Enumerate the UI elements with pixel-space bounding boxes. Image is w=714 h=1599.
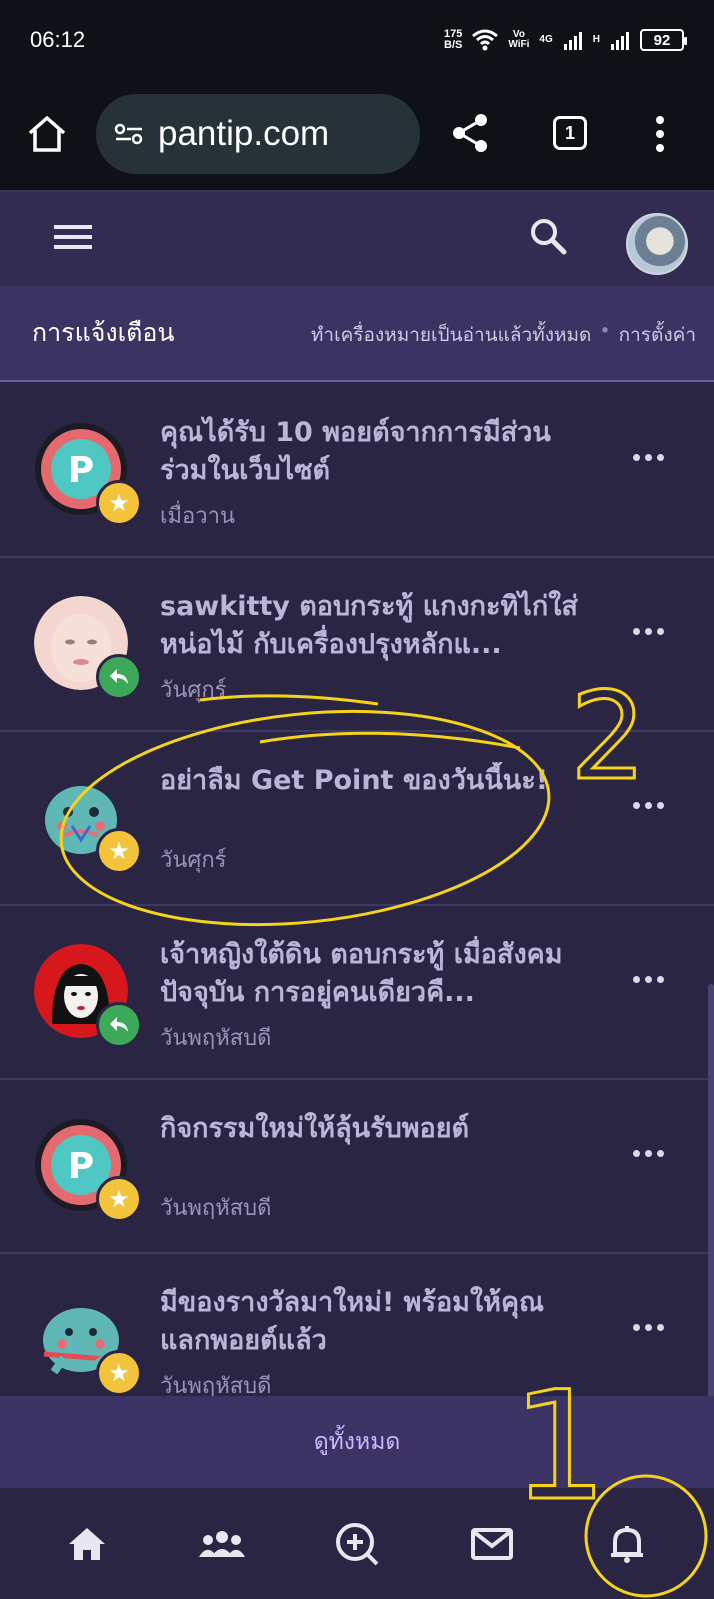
battery-level: 92 <box>653 31 671 49</box>
star-badge-icon: ★ <box>96 1350 142 1396</box>
notification-item[interactable]: ★ อย่าลืม Get Point ของวันนี้นะ! วันศุกร… <box>0 732 714 906</box>
url-text[interactable]: pantip.com <box>158 114 329 154</box>
battery-icon: 92 <box>640 29 687 51</box>
more-options-button[interactable] <box>633 1324 664 1331</box>
mail-icon <box>470 1527 513 1560</box>
share-button[interactable] <box>450 112 490 154</box>
nav-home[interactable] <box>47 1504 127 1584</box>
net-speed-unit: B/S <box>444 39 463 51</box>
search-button[interactable] <box>528 216 568 260</box>
notification-time: เมื่อวาน <box>160 504 235 529</box>
notifications-actions: ทำเครื่องหมายเป็นอ่านแล้วทั้งหมด • การตั… <box>311 320 696 350</box>
browser-menu-button[interactable] <box>654 114 666 154</box>
nav-notifications[interactable] <box>587 1504 667 1584</box>
more-options-button[interactable] <box>633 976 664 983</box>
view-all-label: ดูทั้งหมด <box>313 1429 401 1455</box>
reply-badge-icon <box>96 654 142 700</box>
notification-time: วันพฤหัสบดี <box>160 1196 272 1221</box>
notification-time: วันศุกร์ <box>160 678 227 703</box>
vowifi-bottom: WiFi <box>508 39 530 50</box>
notification-time: วันศุกร์ <box>160 848 227 873</box>
new-topic-icon <box>335 1522 379 1565</box>
reply-arrow-icon <box>110 1017 128 1032</box>
user-avatar[interactable] <box>626 213 688 275</box>
community-icon <box>199 1530 246 1557</box>
mark-all-read-link[interactable]: ทำเครื่องหมายเป็นอ่านแล้วทั้งหมด <box>311 320 592 350</box>
list-scrollbar[interactable] <box>708 984 714 1396</box>
svg-text:P: P <box>68 450 94 491</box>
share-icon <box>453 114 487 152</box>
hamburger-menu-button[interactable] <box>54 222 92 256</box>
wifi-icon <box>472 29 499 51</box>
signal-icon <box>563 32 582 50</box>
star-badge-icon: ★ <box>96 1176 142 1222</box>
search-icon <box>531 219 567 255</box>
notification-list: P ★ คุณได้รับ 10 พอยต์จากการมีส่วนร่วมใน… <box>0 384 714 1396</box>
network-h-label: H <box>592 34 600 45</box>
status-time: 06:12 <box>30 27 86 52</box>
status-icons: 175 B/S Vo WiFi 4G H 92 <box>444 29 687 51</box>
reply-arrow-icon <box>110 669 128 684</box>
notification-title: กิจกรรมใหม่ให้ลุ้นรับพอยต์ <box>160 1113 470 1144</box>
notification-item[interactable]: เจ้าหญิงใต้ดิน ตอบกระทู้ เมื่อสังคมปัจจุ… <box>0 906 714 1080</box>
notification-title: เจ้าหญิงใต้ดิน ตอบกระทู้ เมื่อสังคมปัจจุ… <box>160 939 563 1008</box>
nav-new-topic[interactable] <box>317 1504 397 1584</box>
bottom-nav <box>0 1488 714 1599</box>
signal-icon-2 <box>611 32 629 50</box>
home-icon <box>69 1527 106 1560</box>
tab-switcher-button[interactable]: 1 <box>553 116 587 150</box>
more-options-button[interactable] <box>633 454 664 461</box>
notification-item[interactable]: P ★ คุณได้รับ 10 พอยต์จากการมีส่วนร่วมใน… <box>0 384 714 558</box>
more-vert-icon <box>656 116 664 152</box>
browser-home-button[interactable] <box>26 114 68 154</box>
browser-toolbar: pantip.com 1 <box>0 80 714 190</box>
notification-title: อย่าลืม Get Point ของวันนี้นะ! <box>160 765 549 796</box>
reply-badge-icon <box>96 1002 142 1048</box>
more-options-button[interactable] <box>633 802 664 809</box>
tab-count: 1 <box>553 116 587 150</box>
notification-title: คุณได้รับ 10 พอยต์จากการมีส่วนร่วมในเว็บ… <box>160 417 551 486</box>
menu-icon <box>54 225 92 249</box>
notifications-header: การแจ้งเตือน ทำเครื่องหมายเป็นอ่านแล้วทั… <box>0 286 714 382</box>
svg-text:P: P <box>68 1146 94 1187</box>
bell-icon <box>610 1525 643 1563</box>
notifications-title: การแจ้งเตือน <box>32 318 175 347</box>
nav-messages[interactable] <box>452 1504 532 1584</box>
more-options-button[interactable] <box>633 628 664 635</box>
notification-item[interactable]: sawkitty ตอบกระทู้ แกงกะทิไก่ใส่หน่อไม้ … <box>0 558 714 732</box>
notification-time: วันพฤหัสบดี <box>160 1026 272 1051</box>
star-badge-icon: ★ <box>96 828 142 874</box>
notification-time: วันพฤหัสบดี <box>160 1374 272 1396</box>
status-bar: 06:12 175 B/S Vo WiFi 4G H 92 <box>0 0 714 80</box>
net-speed: 175 B/S <box>444 29 462 51</box>
notification-item[interactable]: P ★ กิจกรรมใหม่ให้ลุ้นรับพอยต์ วันพฤหัสบ… <box>0 1080 714 1254</box>
separator-dot: • <box>599 320 611 342</box>
home-icon <box>28 116 66 152</box>
network-4g-label: 4G <box>539 34 553 45</box>
more-options-button[interactable] <box>633 1150 664 1157</box>
nav-community[interactable] <box>182 1504 262 1584</box>
view-all-button[interactable]: ดูทั้งหมด <box>0 1396 714 1488</box>
site-header <box>0 190 714 286</box>
address-bar[interactable]: pantip.com <box>96 94 420 174</box>
notification-title: sawkitty ตอบกระทู้ แกงกะทิไก่ใส่หน่อไม้ … <box>160 591 578 660</box>
notification-title: มีของรางวัลมาใหม่! พร้อมให้คุณแลกพอยต์แล… <box>160 1287 545 1356</box>
star-badge-icon: ★ <box>96 480 142 526</box>
vowifi-label: Vo WiFi <box>508 30 529 50</box>
settings-link[interactable]: การตั้งค่า <box>619 320 696 350</box>
site-settings-icon[interactable] <box>114 122 144 146</box>
notification-item[interactable]: ★ มีของรางวัลมาใหม่! พร้อมให้คุณแลกพอยต์… <box>0 1254 714 1396</box>
